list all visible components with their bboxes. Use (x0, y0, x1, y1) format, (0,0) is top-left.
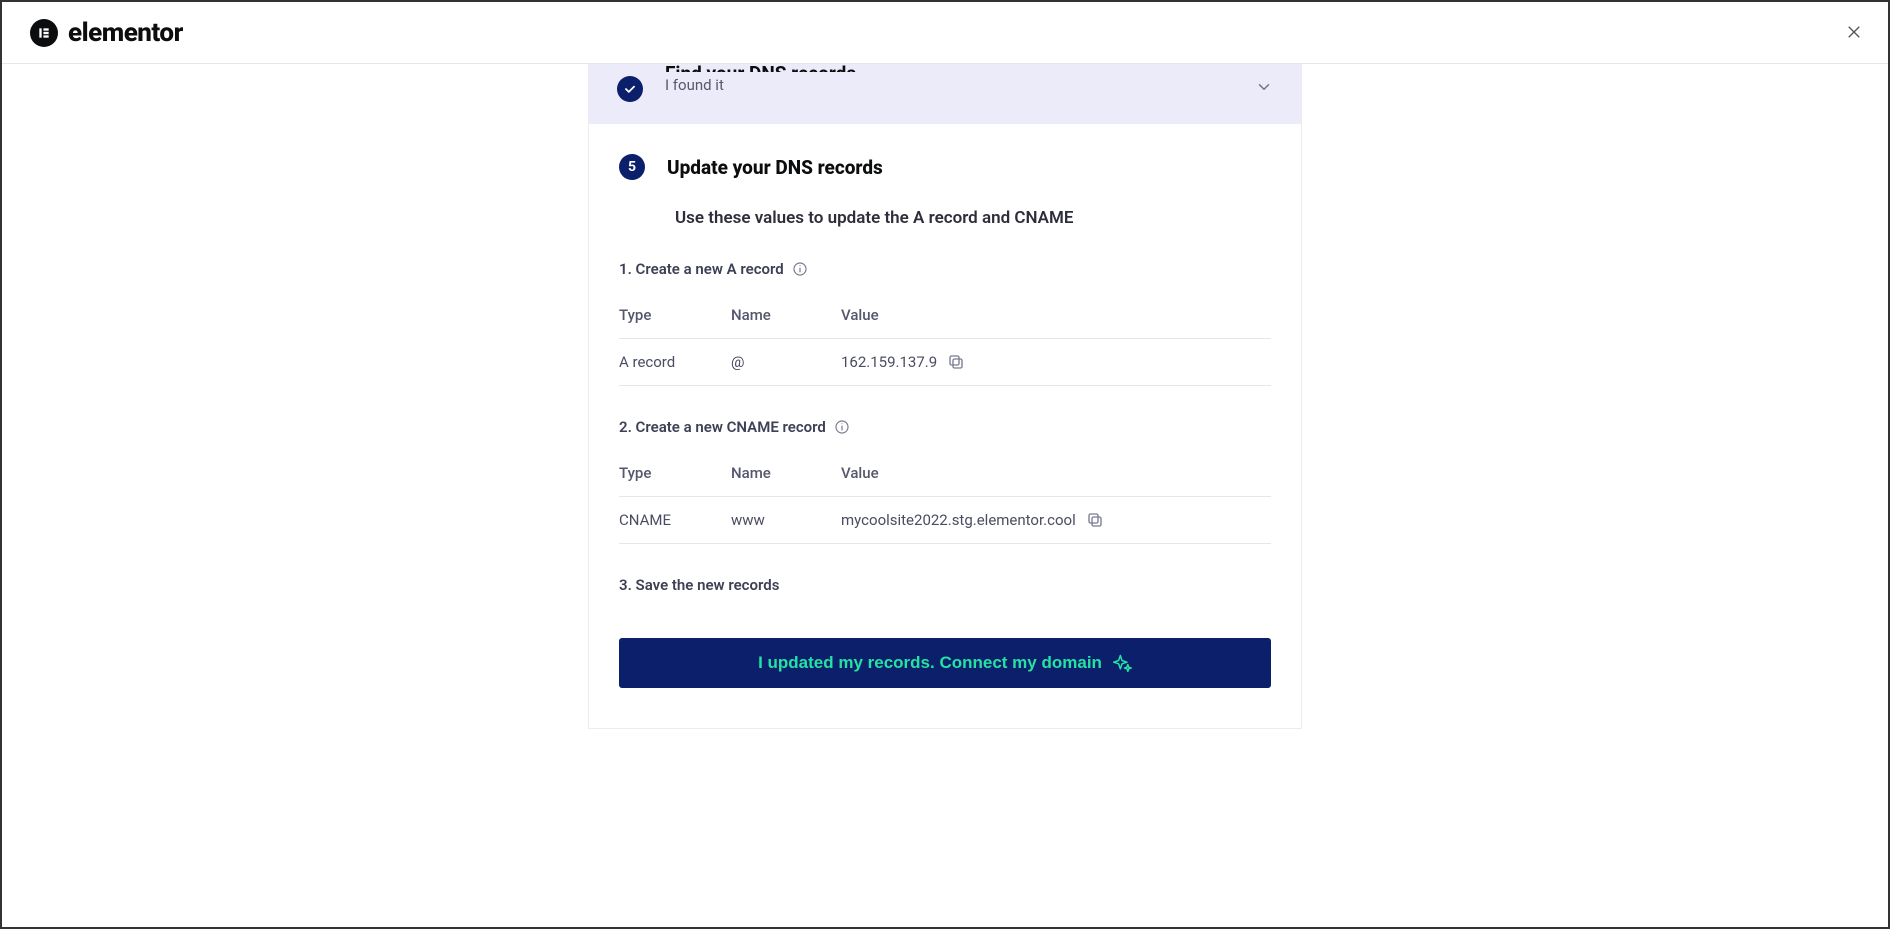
col-type: Type (619, 464, 731, 482)
brand: elementor (30, 18, 183, 48)
info-icon[interactable] (834, 419, 850, 435)
cname-type: CNAME (619, 511, 731, 529)
cname-value: mycoolsite2022.stg.elementor.cool (841, 511, 1076, 529)
a-record-value: 162.159.137.9 (841, 353, 937, 371)
table-header-row: Type Name Value (619, 450, 1271, 497)
copy-a-record-button[interactable] (947, 353, 965, 371)
sparkle-icon (1112, 653, 1132, 673)
cname-record-row: CNAME www mycoolsite2022.stg.elementor.c… (619, 497, 1271, 544)
wizard-card: Find your DNS records I found it 5 Updat… (588, 64, 1302, 729)
step-header: 5 Update your DNS records (619, 154, 1271, 180)
a-record-name: @ (731, 353, 841, 371)
sub-heading-a-record-text: 1. Create a new A record (619, 260, 784, 278)
step-find-dns-collapsed[interactable]: Find your DNS records I found it (589, 64, 1301, 124)
step-update-dns: 5 Update your DNS records Use these valu… (589, 124, 1301, 728)
step-intro: Use these values to update the A record … (675, 208, 1271, 228)
info-icon[interactable] (792, 261, 808, 277)
collapsed-step-subtitle: I found it (665, 76, 856, 94)
cta-label: I updated my records. Connect my domain (758, 653, 1102, 673)
table-header-row: Type Name Value (619, 292, 1271, 339)
col-name: Name (731, 306, 841, 324)
connect-domain-button[interactable]: I updated my records. Connect my domain (619, 638, 1271, 688)
col-name: Name (731, 464, 841, 482)
copy-icon (947, 353, 965, 371)
cname-table: Type Name Value CNAME www mycoolsite2022… (619, 450, 1271, 544)
col-type: Type (619, 306, 731, 324)
cname-name: www (731, 511, 841, 529)
a-record-type: A record (619, 353, 731, 371)
col-value: Value (841, 464, 1271, 482)
a-record-row: A record @ 162.159.137.9 (619, 339, 1271, 386)
copy-cname-button[interactable] (1086, 511, 1104, 529)
copy-icon (1086, 511, 1104, 529)
close-button[interactable] (1842, 20, 1866, 44)
brand-name: elementor (68, 18, 183, 48)
step-title: Update your DNS records (667, 156, 883, 179)
checkmark-icon (617, 76, 643, 102)
collapsed-text: Find your DNS records I found it (665, 74, 856, 94)
sub-heading-cname: 2. Create a new CNAME record (619, 418, 1271, 436)
close-icon (1845, 23, 1863, 41)
sub-heading-save-text: 3. Save the new records (619, 576, 779, 594)
chevron-down-icon[interactable] (1255, 78, 1273, 100)
elementor-logo-icon (30, 19, 58, 47)
sub-heading-save: 3. Save the new records (619, 576, 1271, 594)
a-record-table: Type Name Value A record @ 162.159.137.9 (619, 292, 1271, 386)
page: Find your DNS records I found it 5 Updat… (2, 64, 1888, 759)
col-value: Value (841, 306, 1271, 324)
sub-heading-a-record: 1. Create a new A record (619, 260, 1271, 278)
step-number-badge: 5 (619, 154, 645, 180)
collapsed-step-title: Find your DNS records (665, 62, 856, 72)
cname-value-cell: mycoolsite2022.stg.elementor.cool (841, 511, 1271, 529)
topbar: elementor (2, 2, 1888, 64)
a-record-value-cell: 162.159.137.9 (841, 353, 1271, 371)
sub-heading-cname-text: 2. Create a new CNAME record (619, 418, 826, 436)
